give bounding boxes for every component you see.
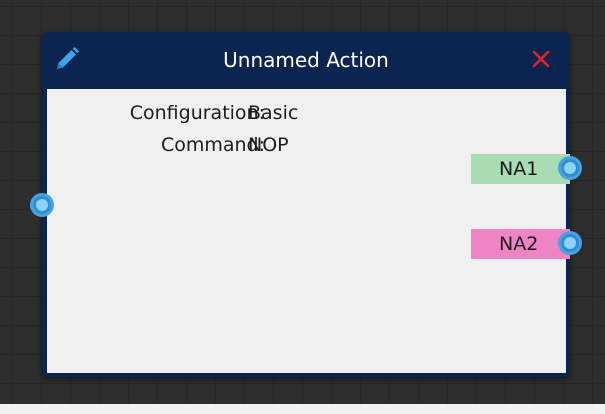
- configuration-value: Basic: [248, 102, 299, 124]
- canvas-edge: [0, 404, 605, 414]
- node-header[interactable]: Unnamed Action: [42, 32, 570, 88]
- output-tag-na2: NA2: [471, 229, 570, 259]
- output-port-icon[interactable]: [558, 156, 582, 180]
- output-port-icon[interactable]: [558, 231, 582, 255]
- node-title: Unnamed Action: [223, 48, 389, 72]
- input-port-icon[interactable]: [30, 193, 54, 217]
- configuration-label: Configuration:: [129, 102, 265, 124]
- action-node[interactable]: Unnamed Action: [42, 32, 570, 377]
- output-tag-na1: NA1: [471, 154, 570, 184]
- pencil-icon[interactable]: [54, 46, 80, 72]
- command-value: NOP: [248, 134, 289, 156]
- close-icon[interactable]: [530, 48, 552, 70]
